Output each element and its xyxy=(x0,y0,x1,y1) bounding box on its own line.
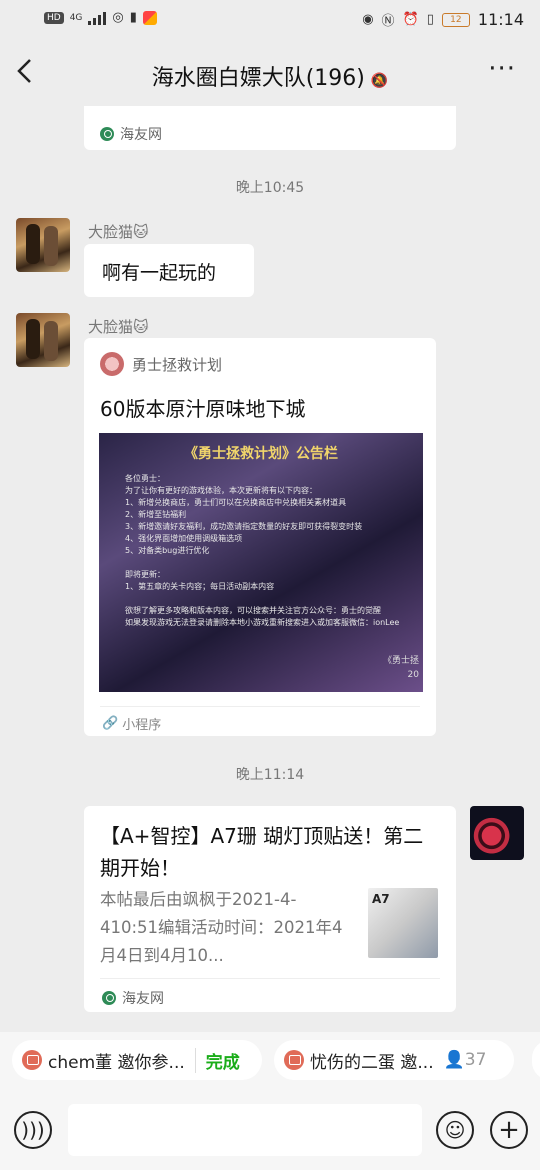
eye-icon: ◉ xyxy=(362,12,374,27)
announcement-line xyxy=(125,557,423,569)
announcement-line: 5、对备类bug进行优化 xyxy=(125,546,210,555)
hd-badge: HD xyxy=(44,11,64,24)
mini-program-name: 勇士拯救计划 xyxy=(132,355,223,374)
card-source: 海友网 xyxy=(100,124,162,144)
sender-name: 大脸猫🐱 xyxy=(88,318,149,336)
input-bar: ))) ☺ + xyxy=(0,1090,540,1170)
voice-icon[interactable]: ))) xyxy=(14,1111,52,1149)
announcement-line: 如果发现游戏无法登录请删除本地小游戏重新搜索进入或加客服微信：ionLee xyxy=(125,618,400,627)
mini-program-label: 小程序 xyxy=(122,718,162,733)
sender-name: 大脸猫🐱 xyxy=(88,223,149,241)
card-divider xyxy=(100,978,440,979)
card-source-text: 海友网 xyxy=(120,127,162,143)
mini-program-header: 勇士拯救计划 xyxy=(100,352,222,376)
app-notification-icon xyxy=(142,10,157,25)
announcement-image: 《勇士拯救计划》公告栏 各位勇士： 为了让你有更好的游戏体验，本次更新将有以下内… xyxy=(99,433,423,692)
link-thumbnail: A7 xyxy=(368,888,438,958)
announcement-line: 欲想了解更多攻略和版本内容，可以搜索并关注官方公众号：勇士的觉醒 xyxy=(125,606,381,615)
link-title: 【A+智控】A7珊 瑚灯顶贴送！第二期开始！ xyxy=(100,824,424,880)
message-text: 啊有一起玩的 xyxy=(102,262,217,284)
signal-icon xyxy=(88,11,107,25)
announcement-body: 各位勇士： 为了让你有更好的游戏体验，本次更新将有以下内容： 1、新增兑换商店，… xyxy=(125,473,423,629)
message-input[interactable] xyxy=(68,1104,422,1156)
status-right: ◉ Ⓝ ⏰ ▯ 12 11:14 xyxy=(362,10,524,29)
battery-alert-icon: ▮ xyxy=(129,10,137,25)
thumbnail-label: A7 xyxy=(372,892,390,906)
vibrate-icon: ▯ xyxy=(426,12,434,27)
mini-program-footer: 🔗 小程序 xyxy=(102,714,161,733)
link-card[interactable]: 【A+智控】A7珊 瑚灯顶贴送！第二期开始！ 本帖最后由飒枫于2021-4-41… xyxy=(84,806,456,1012)
nfc-icon: Ⓝ xyxy=(381,14,395,29)
hotspot-icon: ◎ xyxy=(112,10,124,25)
battery-icon: 12 xyxy=(441,12,470,27)
chat-title: 海水圈白嫖大队(196) 🔕 xyxy=(0,60,540,92)
announcement-heading: 《勇士拯救计划》公告栏 xyxy=(184,446,338,462)
network-badge: 4G xyxy=(69,12,83,23)
announcement-line: 4、强化界面增加使用调级箱选项 xyxy=(125,534,243,543)
more-dots-icon[interactable]: ··· xyxy=(488,54,516,84)
announcement-line: 1、第五章的关卡内容；每日活动副本内容 xyxy=(125,582,275,591)
chip-text: chem董 邀你参... xyxy=(48,1052,185,1073)
participant-count-value: 37 xyxy=(464,1050,487,1070)
announcement-line xyxy=(125,593,423,605)
link-icon: 🔗 xyxy=(102,716,119,731)
alarm-icon: ⏰ xyxy=(402,12,419,27)
chip-text: 忧伤的二蛋 邀... xyxy=(310,1052,434,1073)
complete-button[interactable]: 完成 xyxy=(194,1047,240,1073)
source-logo-icon xyxy=(100,127,114,141)
group-activity-bar: chem董 邀你参... 完成 忧伤的二蛋 邀... 👤37 xyxy=(0,1032,540,1090)
timestamp: 晚上10:45 xyxy=(235,180,305,196)
chip-overflow[interactable] xyxy=(532,1040,540,1080)
card-source: 海友网 xyxy=(102,988,164,1008)
text-message[interactable]: 啊有一起玩的 xyxy=(84,244,254,297)
announcement-line: 3、新增邀请好友福利，成功邀请指定数量的好友即可获得裂变时装 xyxy=(125,522,363,531)
mini-program-card[interactable]: 勇士拯救计划 60版本原汁原味地下城 《勇士拯救计划》公告栏 各位勇士： 为了让… xyxy=(84,338,436,736)
activity-chip[interactable]: chem董 邀你参... 完成 xyxy=(12,1040,262,1080)
participant-count: 👤37 xyxy=(443,1050,487,1070)
gift-icon xyxy=(22,1050,42,1070)
mini-program-logo-icon xyxy=(100,352,124,376)
gift-icon xyxy=(284,1050,304,1070)
avatar[interactable] xyxy=(16,313,70,367)
plus-icon[interactable]: + xyxy=(490,1111,528,1149)
announcement-line: 1、新增兑换商店，勇士们可以在兑换商店中兑换相关素材道具 xyxy=(125,498,347,507)
announcement-line: 为了让你有更好的游戏体验，本次更新将有以下内容： xyxy=(125,486,317,495)
status-bar: HD 4G ◎ ▮ ◉ Ⓝ ⏰ ▯ 12 11:14 xyxy=(0,0,540,40)
announcement-year: 20 xyxy=(407,670,419,680)
link-desc: 本帖最后由飒枫于2021-4-410:51编辑活动时间：2021年4月4日到4月… xyxy=(100,890,343,965)
mini-program-title: 60版本原汁原味地下城 xyxy=(100,397,306,421)
emoji-icon[interactable]: ☺ xyxy=(436,1111,474,1149)
card-divider xyxy=(100,706,420,707)
source-logo-icon xyxy=(102,991,116,1005)
chat-header: 海水圈白嫖大队(196) 🔕 ··· xyxy=(0,40,540,106)
clock: 11:14 xyxy=(477,10,524,29)
timestamp: 晚上11:14 xyxy=(235,767,305,783)
card-source-text: 海友网 xyxy=(122,991,164,1007)
avatar[interactable] xyxy=(470,806,524,860)
announcement-signature: 《勇士拯 xyxy=(382,656,419,666)
announcement-line: 2、新增至钻福利 xyxy=(125,510,187,519)
status-left: HD 4G ◎ ▮ xyxy=(44,10,157,25)
activity-chip[interactable]: 忧伤的二蛋 邀... 👤37 xyxy=(274,1040,514,1080)
announcement-line: 各位勇士： xyxy=(125,474,165,483)
link-card-partial[interactable]: 海友网 xyxy=(84,106,456,150)
announcement-line: 即将更新： xyxy=(125,570,165,579)
chat-title-text: 海水圈白嫖大队(196) xyxy=(151,66,365,91)
bell-off-icon: 🔕 xyxy=(370,73,389,89)
avatar[interactable] xyxy=(16,218,70,272)
